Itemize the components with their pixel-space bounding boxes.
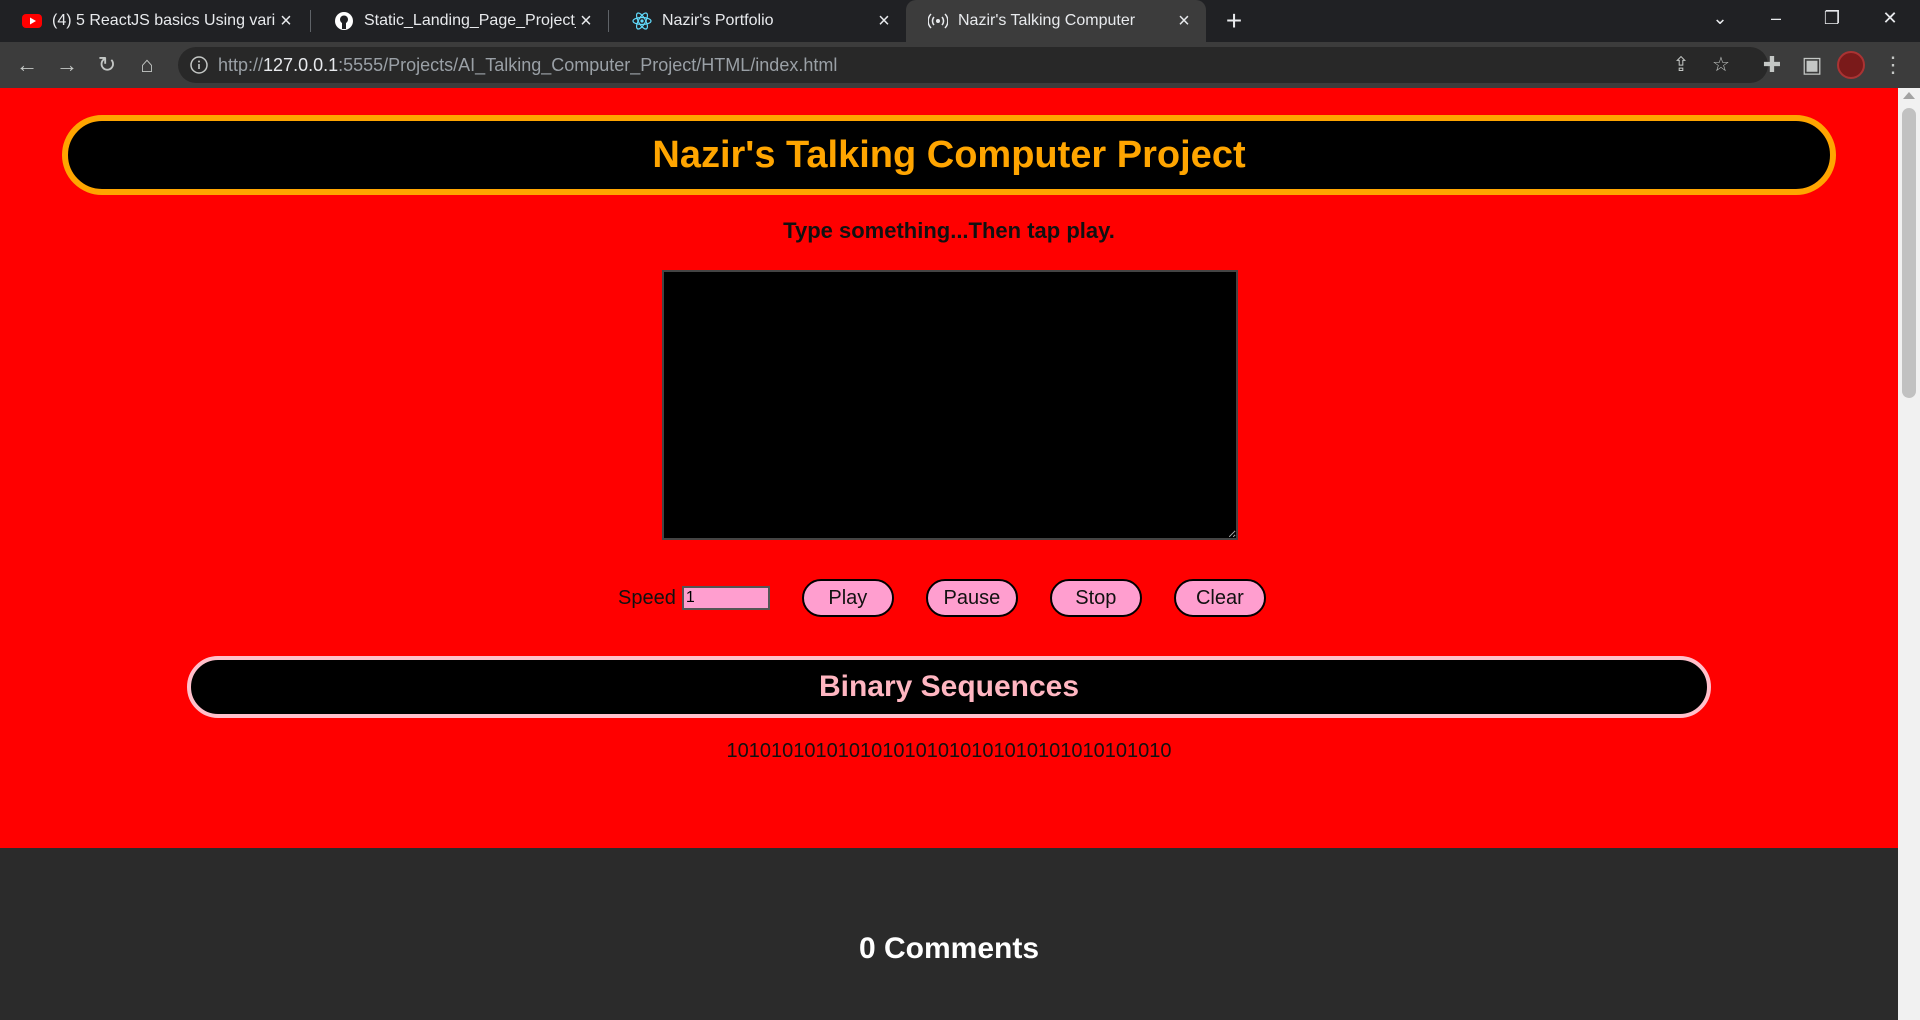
back-icon[interactable]: ← (12, 50, 42, 80)
bookmark-star-icon[interactable]: ☆ (1708, 52, 1734, 78)
clear-button[interactable]: Clear (1173, 579, 1266, 617)
tab-title: (4) 5 ReactJS basics Using variabl (52, 12, 276, 29)
share-icon[interactable]: ⇪ (1668, 52, 1694, 78)
react-icon (632, 11, 652, 31)
page-scrollbar[interactable] (1898, 88, 1920, 1020)
side-panel-icon[interactable]: ▣ (1797, 50, 1827, 80)
comments-count: 0 Comments (858, 932, 1040, 965)
tab-github[interactable]: Static_Landing_Page_Project_1/H × (312, 0, 608, 42)
site-info-icon[interactable] (188, 54, 210, 76)
close-tab-icon[interactable]: × (874, 10, 894, 33)
home-icon[interactable]: ⌂ (132, 50, 162, 80)
tab-youtube[interactable]: (4) 5 ReactJS basics Using variabl × (0, 0, 308, 42)
minimize-icon[interactable]: – (1748, 0, 1804, 36)
reload-icon[interactable]: ↻ (92, 50, 122, 80)
address-bar[interactable]: http://127.0.0.1:5555/Projects/AI_Talkin… (178, 47, 1768, 83)
menu-icon[interactable]: ⋮ (1878, 50, 1908, 80)
close-tab-icon[interactable]: × (276, 10, 296, 33)
speed-input[interactable] (681, 586, 770, 610)
comments-section: 0 Comments (0, 848, 1898, 1020)
tab-separator (608, 10, 609, 32)
broadcast-icon (928, 11, 948, 31)
url-scheme: http:// (218, 55, 264, 75)
restore-icon[interactable]: ❐ (1804, 0, 1860, 36)
url-text[interactable]: http://127.0.0.1:5555/Projects/AI_Talkin… (218, 55, 837, 76)
play-button[interactable]: Play (801, 579, 894, 617)
url-path: :5555/Projects/AI_Talking_Computer_Proje… (338, 55, 838, 75)
binary-title: Binary Sequences (818, 670, 1080, 703)
controls-row: Speed Play Pause Stop Clear (618, 576, 1298, 620)
tab-talking-computer[interactable]: Nazir's Talking Computer × (906, 0, 1206, 42)
tab-title: Nazir's Portfolio (662, 12, 774, 29)
extensions-icon[interactable]: ✚ (1757, 50, 1787, 80)
tab-portfolio[interactable]: Nazir's Portfolio × (610, 0, 906, 42)
scrollbar-thumb[interactable] (1902, 108, 1916, 398)
scroll-up-icon[interactable] (1903, 92, 1915, 99)
close-window-icon[interactable]: ✕ (1862, 0, 1918, 36)
speed-label: Speed (618, 586, 676, 609)
binary-sequence: 1010101010101010101010101010101010101010 (726, 740, 1172, 762)
close-tab-icon[interactable]: × (1174, 10, 1194, 33)
profile-avatar[interactable] (1837, 51, 1865, 79)
close-tab-icon[interactable]: × (576, 10, 596, 33)
page-content: Nazir's Talking Computer Project Type so… (0, 88, 1898, 1020)
url-host: 127.0.0.1 (263, 55, 339, 75)
speech-textarea[interactable] (662, 270, 1238, 540)
instruction-text: Type something...Then tap play. (783, 218, 1115, 243)
new-tab-button[interactable]: + (1218, 6, 1250, 38)
tab-separator (310, 10, 311, 32)
tab-title: Nazir's Talking Computer (958, 12, 1136, 29)
title-banner: Nazir's Talking Computer Project (62, 115, 1836, 195)
github-icon (334, 11, 354, 31)
pause-button[interactable]: Pause (925, 579, 1018, 617)
youtube-icon (22, 11, 42, 31)
stop-button[interactable]: Stop (1049, 579, 1142, 617)
binary-banner: Binary Sequences (187, 656, 1711, 718)
tab-search-icon[interactable]: ⌄ (1692, 0, 1748, 36)
browser-toolbar: ← → ↻ ⌂ http://127.0.0.1:5555/Projects/A… (0, 42, 1920, 88)
forward-icon[interactable]: → (52, 50, 82, 80)
tab-title: Static_Landing_Page_Project_1/H (364, 12, 576, 29)
page-title: Nazir's Talking Computer Project (652, 133, 1246, 176)
tab-strip: (4) 5 ReactJS basics Using variabl × Sta… (0, 0, 1920, 42)
